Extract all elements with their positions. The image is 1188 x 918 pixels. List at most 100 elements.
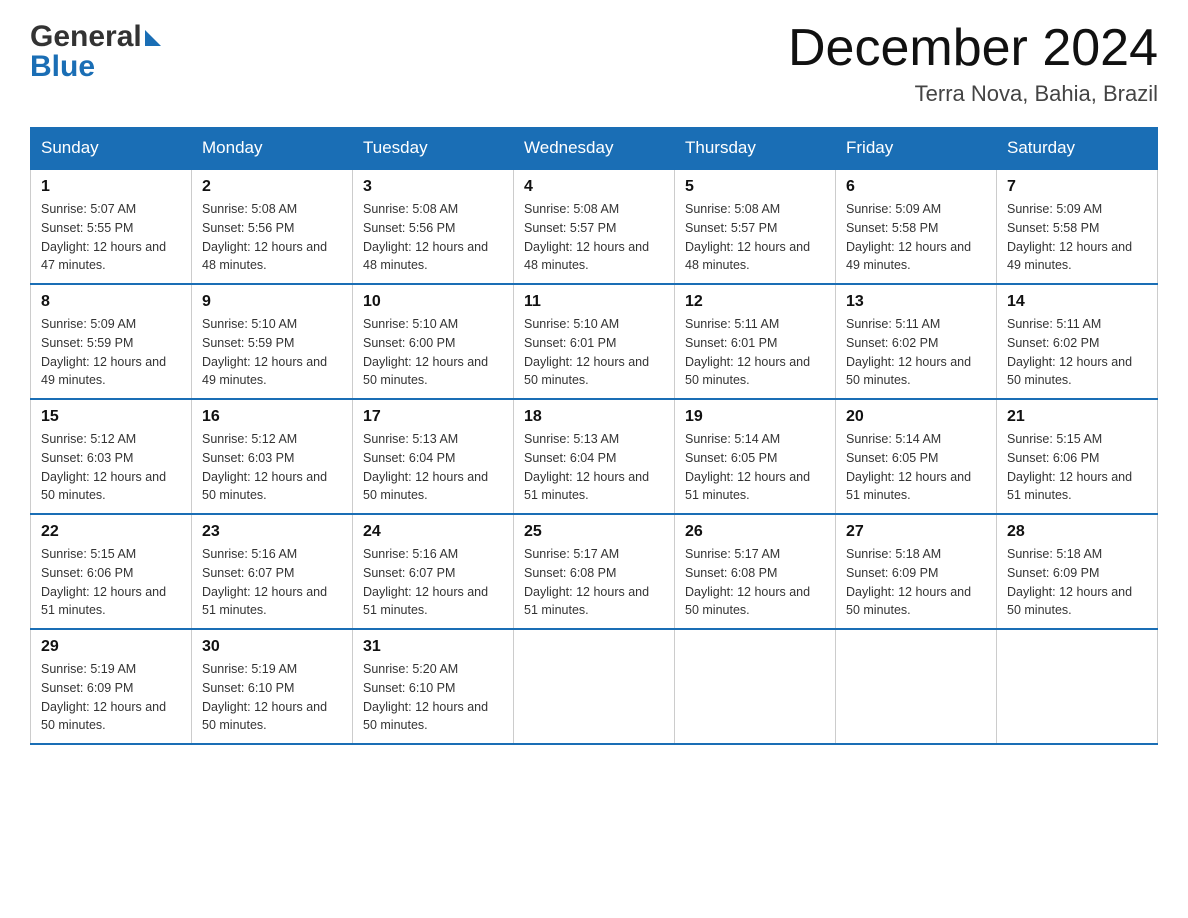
day-number: 2 — [202, 178, 342, 196]
sunset-label: Sunset: 5:55 PM — [41, 221, 133, 235]
daylight-label: Daylight: 12 hours and 50 minutes. — [524, 355, 649, 388]
day-info: Sunrise: 5:11 AM Sunset: 6:02 PM Dayligh… — [846, 315, 986, 390]
daylight-label: Daylight: 12 hours and 51 minutes. — [846, 470, 971, 503]
daylight-label: Daylight: 12 hours and 48 minutes. — [363, 240, 488, 273]
daylight-label: Daylight: 12 hours and 48 minutes. — [685, 240, 810, 273]
logo-general-text: General — [30, 20, 142, 54]
day-number: 28 — [1007, 523, 1147, 541]
sunrise-label: Sunrise: 5:08 AM — [363, 202, 458, 216]
sunrise-label: Sunrise: 5:08 AM — [202, 202, 297, 216]
calendar-cell — [997, 629, 1158, 744]
daylight-label: Daylight: 12 hours and 50 minutes. — [363, 470, 488, 503]
calendar-cell: 8 Sunrise: 5:09 AM Sunset: 5:59 PM Dayli… — [31, 284, 192, 399]
day-number: 14 — [1007, 293, 1147, 311]
sunset-label: Sunset: 6:09 PM — [41, 681, 133, 695]
sunset-label: Sunset: 6:07 PM — [202, 566, 294, 580]
day-info: Sunrise: 5:09 AM Sunset: 5:58 PM Dayligh… — [846, 200, 986, 275]
sunset-label: Sunset: 6:08 PM — [524, 566, 616, 580]
sunset-label: Sunset: 5:58 PM — [846, 221, 938, 235]
logo: General Blue — [30, 20, 161, 84]
logo-blue-text: Blue — [30, 50, 95, 84]
day-number: 5 — [685, 178, 825, 196]
sunrise-label: Sunrise: 5:15 AM — [1007, 432, 1102, 446]
day-number: 13 — [846, 293, 986, 311]
calendar-cell — [836, 629, 997, 744]
sunrise-label: Sunrise: 5:12 AM — [202, 432, 297, 446]
day-info: Sunrise: 5:11 AM Sunset: 6:01 PM Dayligh… — [685, 315, 825, 390]
sunrise-label: Sunrise: 5:20 AM — [363, 662, 458, 676]
sunset-label: Sunset: 5:57 PM — [685, 221, 777, 235]
page-header: General Blue December 2024 Terra Nova, B… — [30, 20, 1158, 107]
sunset-label: Sunset: 6:05 PM — [846, 451, 938, 465]
title-area: December 2024 Terra Nova, Bahia, Brazil — [788, 20, 1158, 107]
calendar-cell: 25 Sunrise: 5:17 AM Sunset: 6:08 PM Dayl… — [514, 514, 675, 629]
calendar-cell: 9 Sunrise: 5:10 AM Sunset: 5:59 PM Dayli… — [192, 284, 353, 399]
daylight-label: Daylight: 12 hours and 51 minutes. — [363, 585, 488, 618]
calendar-cell: 19 Sunrise: 5:14 AM Sunset: 6:05 PM Dayl… — [675, 399, 836, 514]
calendar-cell — [675, 629, 836, 744]
day-number: 23 — [202, 523, 342, 541]
calendar-table: SundayMondayTuesdayWednesdayThursdayFrid… — [30, 127, 1158, 745]
calendar-week-row: 8 Sunrise: 5:09 AM Sunset: 5:59 PM Dayli… — [31, 284, 1158, 399]
daylight-label: Daylight: 12 hours and 50 minutes. — [41, 700, 166, 733]
day-info: Sunrise: 5:17 AM Sunset: 6:08 PM Dayligh… — [524, 545, 664, 620]
sunrise-label: Sunrise: 5:18 AM — [846, 547, 941, 561]
sunset-label: Sunset: 6:10 PM — [202, 681, 294, 695]
day-info: Sunrise: 5:19 AM Sunset: 6:09 PM Dayligh… — [41, 660, 181, 735]
column-header-tuesday: Tuesday — [353, 128, 514, 170]
day-info: Sunrise: 5:18 AM Sunset: 6:09 PM Dayligh… — [846, 545, 986, 620]
sunset-label: Sunset: 6:03 PM — [202, 451, 294, 465]
day-number: 4 — [524, 178, 664, 196]
calendar-cell: 1 Sunrise: 5:07 AM Sunset: 5:55 PM Dayli… — [31, 169, 192, 284]
day-number: 29 — [41, 638, 181, 656]
day-info: Sunrise: 5:20 AM Sunset: 6:10 PM Dayligh… — [363, 660, 503, 735]
calendar-week-row: 22 Sunrise: 5:15 AM Sunset: 6:06 PM Dayl… — [31, 514, 1158, 629]
daylight-label: Daylight: 12 hours and 50 minutes. — [846, 355, 971, 388]
day-number: 19 — [685, 408, 825, 426]
daylight-label: Daylight: 12 hours and 50 minutes. — [202, 700, 327, 733]
daylight-label: Daylight: 12 hours and 50 minutes. — [202, 470, 327, 503]
day-number: 27 — [846, 523, 986, 541]
day-info: Sunrise: 5:10 AM Sunset: 6:00 PM Dayligh… — [363, 315, 503, 390]
day-number: 21 — [1007, 408, 1147, 426]
daylight-label: Daylight: 12 hours and 50 minutes. — [685, 355, 810, 388]
calendar-cell: 12 Sunrise: 5:11 AM Sunset: 6:01 PM Dayl… — [675, 284, 836, 399]
sunset-label: Sunset: 6:06 PM — [41, 566, 133, 580]
calendar-week-row: 15 Sunrise: 5:12 AM Sunset: 6:03 PM Dayl… — [31, 399, 1158, 514]
column-header-thursday: Thursday — [675, 128, 836, 170]
sunrise-label: Sunrise: 5:09 AM — [1007, 202, 1102, 216]
calendar-cell: 26 Sunrise: 5:17 AM Sunset: 6:08 PM Dayl… — [675, 514, 836, 629]
daylight-label: Daylight: 12 hours and 50 minutes. — [363, 700, 488, 733]
day-number: 10 — [363, 293, 503, 311]
daylight-label: Daylight: 12 hours and 50 minutes. — [1007, 585, 1132, 618]
sunset-label: Sunset: 5:56 PM — [202, 221, 294, 235]
calendar-cell: 29 Sunrise: 5:19 AM Sunset: 6:09 PM Dayl… — [31, 629, 192, 744]
sunrise-label: Sunrise: 5:13 AM — [363, 432, 458, 446]
sunrise-label: Sunrise: 5:08 AM — [524, 202, 619, 216]
daylight-label: Daylight: 12 hours and 51 minutes. — [41, 585, 166, 618]
calendar-cell: 6 Sunrise: 5:09 AM Sunset: 5:58 PM Dayli… — [836, 169, 997, 284]
sunset-label: Sunset: 5:59 PM — [41, 336, 133, 350]
sunrise-label: Sunrise: 5:11 AM — [685, 317, 779, 331]
day-number: 26 — [685, 523, 825, 541]
day-info: Sunrise: 5:10 AM Sunset: 5:59 PM Dayligh… — [202, 315, 342, 390]
sunset-label: Sunset: 6:00 PM — [363, 336, 455, 350]
daylight-label: Daylight: 12 hours and 49 minutes. — [846, 240, 971, 273]
daylight-label: Daylight: 12 hours and 51 minutes. — [524, 470, 649, 503]
sunset-label: Sunset: 6:01 PM — [685, 336, 777, 350]
calendar-cell: 5 Sunrise: 5:08 AM Sunset: 5:57 PM Dayli… — [675, 169, 836, 284]
sunset-label: Sunset: 5:56 PM — [363, 221, 455, 235]
calendar-cell: 3 Sunrise: 5:08 AM Sunset: 5:56 PM Dayli… — [353, 169, 514, 284]
calendar-cell: 30 Sunrise: 5:19 AM Sunset: 6:10 PM Dayl… — [192, 629, 353, 744]
day-info: Sunrise: 5:12 AM Sunset: 6:03 PM Dayligh… — [41, 430, 181, 505]
sunset-label: Sunset: 6:05 PM — [685, 451, 777, 465]
sunrise-label: Sunrise: 5:14 AM — [685, 432, 780, 446]
sunrise-label: Sunrise: 5:15 AM — [41, 547, 136, 561]
day-number: 16 — [202, 408, 342, 426]
sunset-label: Sunset: 6:01 PM — [524, 336, 616, 350]
day-info: Sunrise: 5:16 AM Sunset: 6:07 PM Dayligh… — [363, 545, 503, 620]
calendar-cell: 28 Sunrise: 5:18 AM Sunset: 6:09 PM Dayl… — [997, 514, 1158, 629]
sunset-label: Sunset: 5:59 PM — [202, 336, 294, 350]
sunrise-label: Sunrise: 5:19 AM — [41, 662, 136, 676]
daylight-label: Daylight: 12 hours and 50 minutes. — [1007, 355, 1132, 388]
